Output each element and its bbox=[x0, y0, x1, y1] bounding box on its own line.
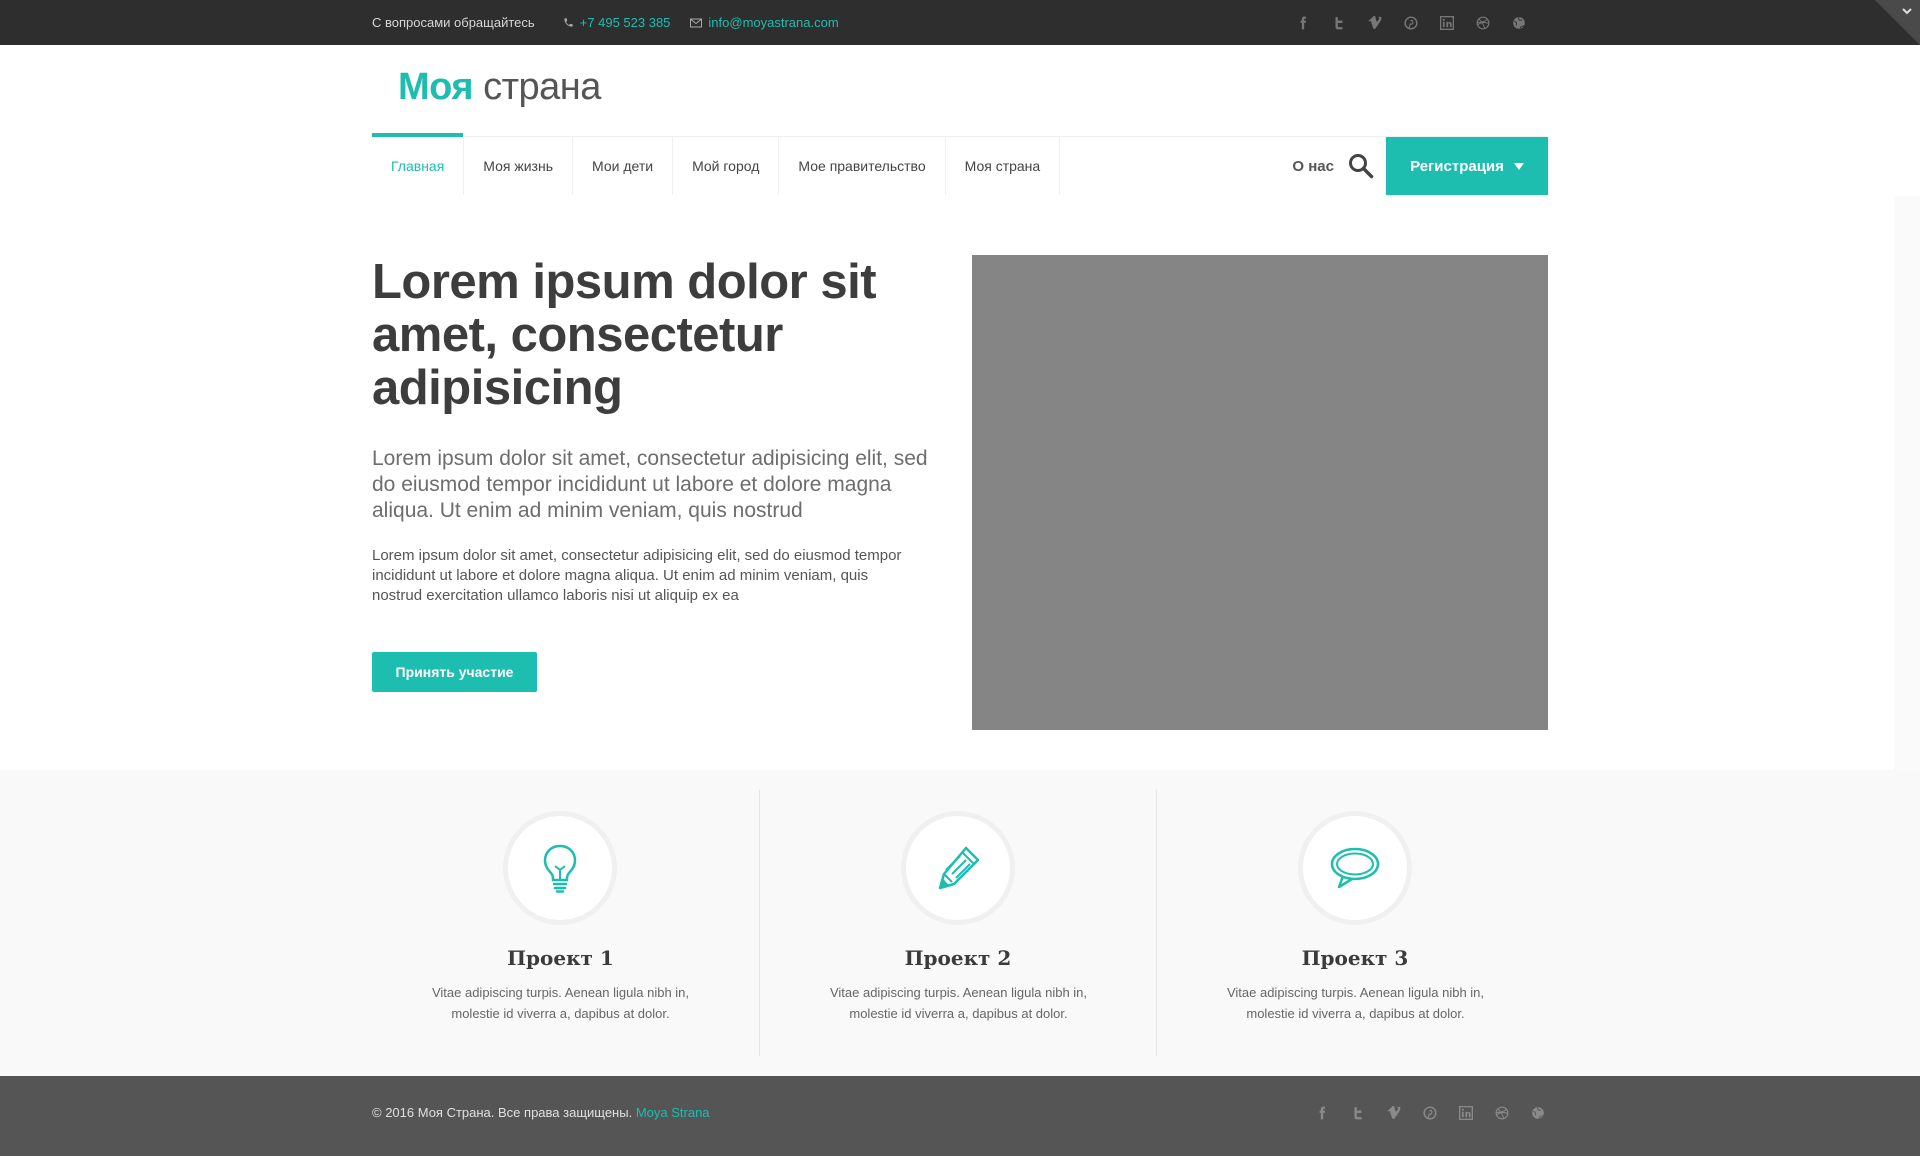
project-description: Vitae adipiscing turpis. Aenean ligula n… bbox=[829, 985, 1088, 1021]
pinterest-icon[interactable] bbox=[1421, 1104, 1439, 1122]
dribbble-icon[interactable] bbox=[1474, 14, 1492, 32]
footer-social-links bbox=[1313, 1104, 1547, 1122]
dribbble-icon[interactable] bbox=[1493, 1104, 1511, 1122]
site-logo[interactable]: Моя страна bbox=[398, 66, 601, 109]
top-bar: С вопросами обращайтесь +7 495 523 385 i… bbox=[0, 0, 1920, 45]
facebook-icon[interactable] bbox=[1294, 14, 1312, 32]
twitter-icon[interactable] bbox=[1330, 14, 1348, 32]
nav-item-my-kids[interactable]: Мои дети bbox=[573, 137, 674, 195]
project-icon-circle bbox=[508, 816, 612, 920]
nav-item-my-life[interactable]: Моя жизнь bbox=[464, 137, 574, 195]
pinterest-icon[interactable] bbox=[1402, 14, 1420, 32]
email-link[interactable]: info@moyastrana.com bbox=[690, 15, 839, 30]
caret-down-icon bbox=[1513, 162, 1524, 170]
register-label: Регистрация bbox=[1410, 157, 1504, 175]
envelope-icon bbox=[690, 18, 703, 27]
main-nav: Главная Моя жизнь Мои дети Мой город Мое… bbox=[372, 133, 1548, 195]
chevron-down-icon[interactable] bbox=[1900, 4, 1914, 18]
search-icon bbox=[1349, 154, 1374, 179]
about-link[interactable]: О нас bbox=[1292, 158, 1334, 175]
project-icon-circle bbox=[1303, 816, 1407, 920]
nav-item-my-country[interactable]: Моя страна bbox=[946, 137, 1061, 195]
speech-bubble-icon bbox=[1330, 847, 1380, 889]
footer-copyright: © 2016 Моя Страна. Все права защищены. M… bbox=[372, 1105, 710, 1120]
email-address: info@moyastrana.com bbox=[708, 15, 839, 30]
phone-link[interactable]: +7 495 523 385 bbox=[563, 15, 671, 30]
copyright-text: © 2016 Моя Страна. Все права защищены. bbox=[372, 1105, 633, 1120]
contact-label: С вопросами обращайтесь bbox=[372, 15, 535, 30]
lightbulb-icon bbox=[543, 844, 577, 893]
project-description: Vitae adipiscing turpis. Aenean ligula n… bbox=[1226, 985, 1485, 1021]
nav-item-my-city[interactable]: Мой город bbox=[673, 137, 780, 195]
phone-icon bbox=[564, 18, 573, 27]
logo-light-text: страна bbox=[483, 66, 601, 108]
project-title: Проект 1 bbox=[507, 946, 614, 970]
hero-lead: Lorem ipsum dolor sit amet, consectetur … bbox=[372, 447, 928, 522]
linkedin-icon[interactable] bbox=[1438, 14, 1456, 32]
project-card-1[interactable]: Проект 1 Vitae adipiscing turpis. Aenean… bbox=[362, 790, 759, 1056]
facebook-icon[interactable] bbox=[1313, 1104, 1331, 1122]
site-footer: © 2016 Моя Страна. Все права защищены. M… bbox=[0, 1076, 1920, 1156]
project-card-2[interactable]: Проект 2 Vitae adipiscing turpis. Aenean… bbox=[759, 790, 1156, 1056]
phone-number: +7 495 523 385 bbox=[579, 15, 671, 30]
footer-brand-link[interactable]: Moya Strana bbox=[636, 1105, 710, 1120]
hero-title: Lorem ipsum dolor sit amet, consectetur … bbox=[372, 255, 877, 415]
project-title: Проект 3 bbox=[1301, 946, 1409, 970]
twitter-icon[interactable] bbox=[1349, 1104, 1367, 1122]
vimeo-icon[interactable] bbox=[1385, 1104, 1403, 1122]
project-card-3[interactable]: Проект 3 Vitae adipiscing turpis. Aenean… bbox=[1156, 790, 1553, 1056]
nav-item-home[interactable]: Главная bbox=[372, 133, 465, 195]
nav-item-my-government[interactable]: Мое правительство bbox=[779, 137, 946, 195]
project-icon-circle bbox=[906, 816, 1010, 920]
logo-bold-text: Моя bbox=[398, 66, 474, 108]
pencil-icon bbox=[938, 846, 980, 890]
page-edge-shadow bbox=[1894, 196, 1920, 770]
search-button[interactable] bbox=[1346, 151, 1376, 181]
top-social-links bbox=[1294, 14, 1528, 32]
globe-icon[interactable] bbox=[1510, 14, 1528, 32]
globe-icon[interactable] bbox=[1529, 1104, 1547, 1122]
vimeo-icon[interactable] bbox=[1366, 14, 1384, 32]
project-title: Проект 2 bbox=[904, 946, 1012, 970]
projects-section: Проект 1 Vitae adipiscing turpis. Aenean… bbox=[0, 770, 1920, 1076]
linkedin-icon[interactable] bbox=[1457, 1104, 1475, 1122]
hero-text: Lorem ipsum dolor sit amet, consectetur … bbox=[372, 547, 902, 604]
participate-button[interactable]: Принять участие bbox=[372, 652, 537, 692]
register-button[interactable]: Регистрация bbox=[1386, 137, 1548, 195]
project-description: Vitae adipiscing turpis. Aenean ligula n… bbox=[431, 985, 690, 1021]
hero-image-placeholder bbox=[972, 255, 1548, 730]
